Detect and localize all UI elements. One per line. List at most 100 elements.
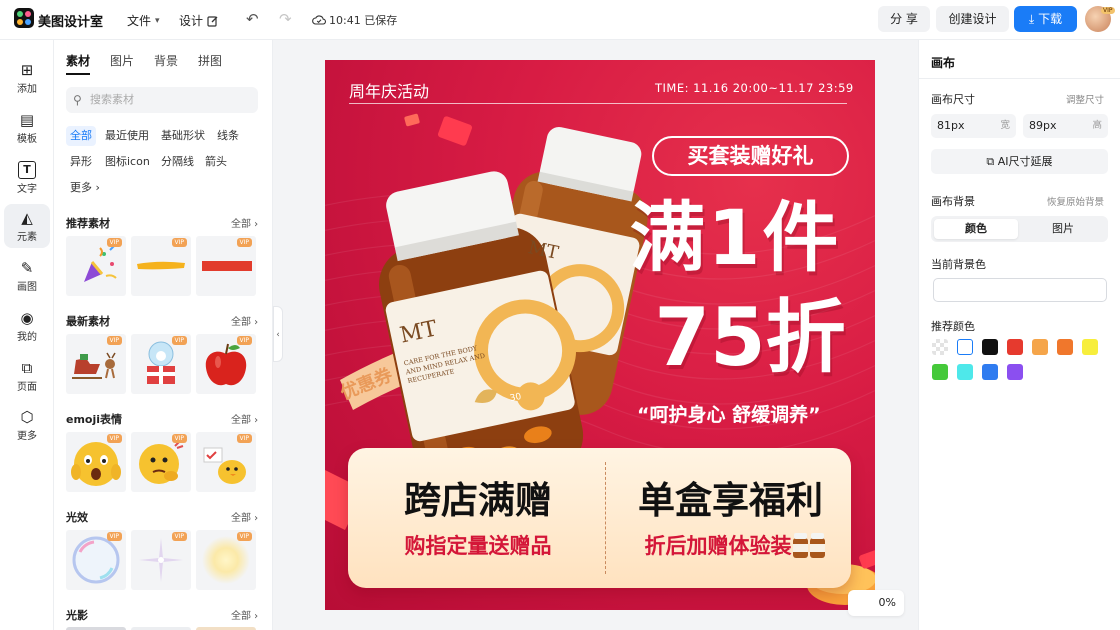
current-bg-color-field[interactable] [933, 278, 1107, 302]
see-all-link[interactable]: 全部 › [231, 607, 258, 622]
color-swatch[interactable] [957, 364, 973, 380]
download-icon: ⤓ [1028, 12, 1035, 26]
color-swatch[interactable] [982, 339, 998, 355]
create-design-button[interactable]: 创建设计 [936, 6, 1009, 32]
color-swatch[interactable] [1007, 339, 1023, 355]
tab-backgrounds[interactable]: 背景 [154, 52, 178, 75]
download-button[interactable]: ⤓ 下载 [1014, 6, 1077, 32]
color-swatch[interactable] [982, 364, 998, 380]
poster-divider [349, 103, 847, 104]
rail-item-label: 页面 [17, 382, 37, 393]
chip-arrows[interactable]: 箭头 [201, 152, 231, 172]
see-all-link[interactable]: 全部 › [231, 313, 258, 328]
share-button[interactable]: 分 享 [878, 6, 930, 32]
rail-item-text[interactable]: T 文字 [4, 156, 50, 200]
color-swatch[interactable] [1082, 339, 1098, 355]
height-field[interactable]: 89px 高 [1023, 114, 1108, 138]
cloud-check-icon [312, 15, 326, 25]
adjust-size-link[interactable]: 调整尺寸 [1066, 92, 1104, 106]
chip-all[interactable]: 全部 [66, 126, 96, 146]
chip-irregular[interactable]: 异形 [66, 152, 96, 172]
asset-thumbnail[interactable]: VIP [131, 432, 191, 492]
poster-benefit-card: 跨店满赠 购指定量送赠品 单盒享福利 折后加赠体验装 [348, 448, 851, 588]
see-all-label: 全部 [231, 219, 251, 230]
top-bar: 美图设计室 文件 ▾ 设计 ↶ ↷ 10:41 已保存 分 享 创建设计 ⤓ 下… [0, 0, 1120, 40]
restore-bg-link[interactable]: 恢复原始背景 [1047, 194, 1104, 208]
poster-slogan: “呵护身心 舒缓调养” [637, 404, 821, 426]
asset-thumbnail[interactable]: VIP [131, 334, 191, 394]
see-all-link[interactable]: 全部 › [231, 411, 258, 426]
see-all-link[interactable]: 全部 › [231, 215, 258, 230]
asset-thumbnail[interactable]: VIP [196, 236, 256, 296]
asset-thumbnail[interactable]: VIP [66, 432, 126, 492]
save-status-text: 10:41 已保存 [329, 14, 398, 27]
asset-thumbnail[interactable]: VIP [196, 432, 256, 492]
chip-recent[interactable]: 最近使用 [101, 126, 153, 146]
shapes-icon: ◭ [21, 209, 33, 227]
benefit-right-title: 单盒享福利 [638, 479, 823, 522]
search-placeholder: 搜索素材 [90, 93, 134, 106]
rail-item-more[interactable]: ⬡ 更多 [4, 403, 50, 447]
chevron-down-icon: ▾ [155, 15, 160, 26]
rail-item-mine[interactable]: ◉ 我的 [4, 304, 50, 348]
asset-thumbnail[interactable]: VIP [66, 334, 126, 394]
rail-item-label: 我的 [17, 332, 37, 343]
file-menu[interactable]: 文件 ▾ [127, 12, 160, 29]
bg-type-image[interactable]: 图片 [1021, 219, 1105, 239]
color-swatch[interactable] [1007, 364, 1023, 380]
tab-materials[interactable]: 素材 [66, 52, 91, 75]
chip-basic-shapes[interactable]: 基础形状 [157, 126, 209, 146]
width-value: 81px [937, 119, 965, 132]
vip-badge: VIP [171, 336, 187, 345]
draw-icon: ✎ [20, 259, 34, 277]
redo-icon[interactable]: ↷ [279, 12, 292, 27]
rail-item-page[interactable]: ⧉ 页面 [4, 354, 50, 398]
asset-thumbnail[interactable]: VIP [131, 530, 191, 590]
rail-item-elements[interactable]: ◭ 元素 [4, 204, 50, 248]
see-all-link[interactable]: 全部 › [231, 509, 258, 524]
app-name[interactable]: 美图设计室 [38, 11, 103, 30]
vip-badge: VIP [106, 238, 122, 247]
see-all-label: 全部 [231, 611, 251, 622]
vip-badge: VIP [171, 434, 187, 443]
tab-images[interactable]: 图片 [110, 52, 134, 75]
asset-thumbnail[interactable]: VIP [66, 530, 126, 590]
chip-more-label: 更多 [70, 181, 92, 194]
design-menu[interactable]: 设计 [179, 12, 219, 29]
section-title: 光效 [66, 511, 88, 524]
save-status: 10:41 已保存 [312, 12, 397, 28]
rail-item-add[interactable]: ⊞ 添加 [4, 56, 50, 100]
asset-thumbnail[interactable]: VIP [66, 236, 126, 296]
rail-item-label: 模板 [17, 134, 37, 145]
undo-icon[interactable]: ↶ [246, 12, 259, 27]
chip-icons[interactable]: 图标icon [101, 152, 154, 172]
width-field[interactable]: 81px 宽 [931, 114, 1016, 138]
section-title: 推荐素材 [66, 217, 110, 230]
asset-thumbnail[interactable]: VIP [196, 530, 256, 590]
zoom-level[interactable]: 0% [848, 590, 904, 616]
chip-dividers[interactable]: 分隔线 [157, 152, 198, 172]
chip-more[interactable]: 更多 › [66, 178, 104, 198]
tab-collage[interactable]: 拼图 [198, 52, 222, 75]
rail-item-template[interactable]: ▤ 模板 [4, 106, 50, 150]
search-input[interactable]: ⚲ 搜索素材 [66, 87, 258, 113]
tool-rail: ⊞ 添加 ▤ 模板 T 文字 ◭ 元素 ✎ 画图 ◉ 我的 ⧉ 页面 ⬡ 更多 [0, 40, 54, 630]
color-swatch[interactable] [1032, 339, 1048, 355]
ai-resize-button[interactable]: ⧉ AI尺寸延展 [931, 149, 1108, 174]
color-swatch[interactable] [1057, 339, 1073, 355]
color-swatch[interactable] [957, 339, 973, 355]
app-logo-icon[interactable] [14, 8, 34, 28]
rail-item-draw[interactable]: ✎ 画图 [4, 254, 50, 298]
bg-type-color[interactable]: 颜色 [934, 219, 1018, 239]
chip-lines[interactable]: 线条 [213, 126, 243, 146]
height-unit: 高 [1092, 120, 1102, 131]
panel-divider [919, 78, 1120, 79]
swatch-transparent[interactable] [932, 339, 948, 355]
width-unit: 宽 [1000, 120, 1010, 131]
user-icon: ◉ [20, 309, 34, 327]
asset-thumbnail[interactable]: VIP [196, 334, 256, 394]
asset-thumbnail[interactable]: VIP [131, 236, 191, 296]
design-canvas[interactable]: MT MT CARE FOR THE BODY AND MIND RELAX A… [325, 60, 875, 610]
collapse-panel-button[interactable]: ‹ [273, 306, 283, 362]
color-swatch[interactable] [932, 364, 948, 380]
